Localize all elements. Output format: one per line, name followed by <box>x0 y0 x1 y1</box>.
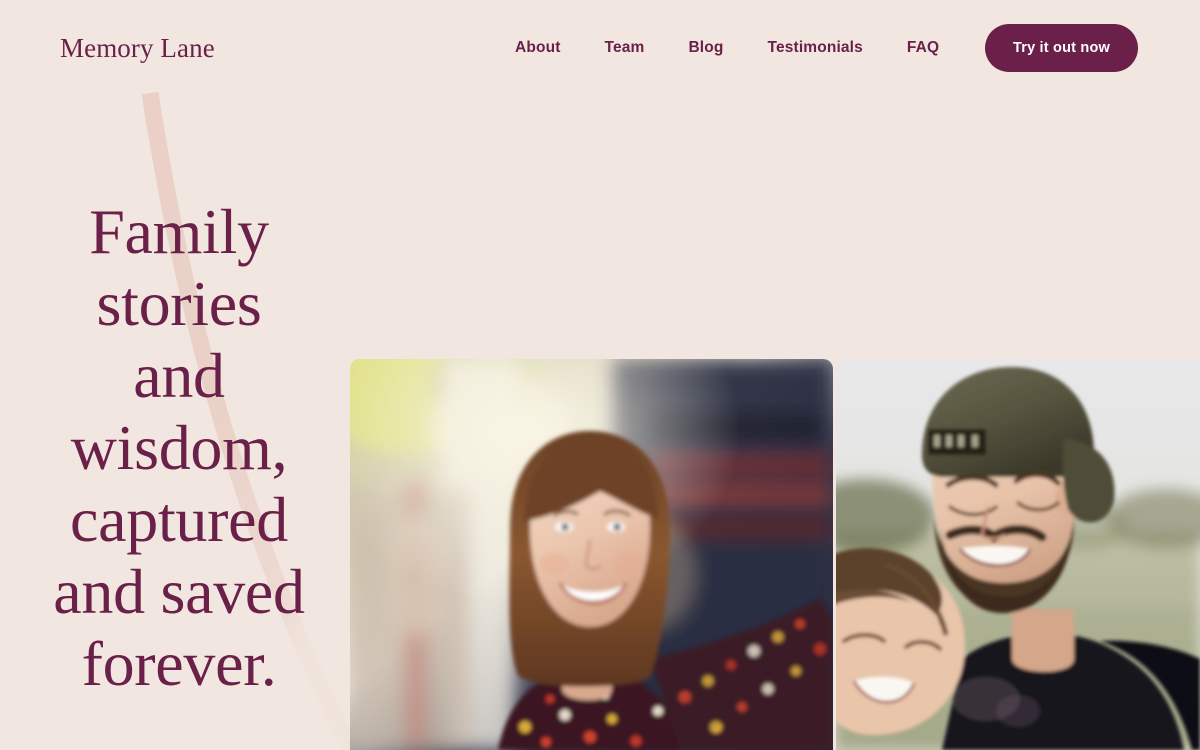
smiling-woman-photo-alt: Smiling woman with brown bob haircut and… <box>350 359 351 360</box>
nav-item-team[interactable]: Team <box>583 33 667 63</box>
brand-logo[interactable]: Memory Lane <box>60 33 215 64</box>
nav-item-about[interactable]: About <box>493 33 583 63</box>
hero-heading: Family stories and wisdom, captured and … <box>53 196 305 699</box>
hero-image-group: Smiling woman with brown bob haircut and… <box>350 359 1200 750</box>
nav-item-blog[interactable]: Blog <box>666 33 745 63</box>
smiling-woman-photo: Smiling woman with brown bob haircut and… <box>350 359 833 750</box>
nav-item-testimonials[interactable]: Testimonials <box>746 33 885 63</box>
father-and-child-photo: Bearded man in a backwards cap smiling w… <box>836 359 1200 750</box>
landing-page: Memory Lane About Team Blog Testimonials… <box>0 0 1200 750</box>
nav-item-faq[interactable]: FAQ <box>885 33 961 63</box>
try-it-out-now-button[interactable]: Try it out now <box>985 24 1138 72</box>
main-navigation: About Team Blog Testimonials FAQ <box>493 33 961 63</box>
site-header: Memory Lane About Team Blog Testimonials… <box>0 0 1200 96</box>
father-and-child-photo-alt: Bearded man in a backwards cap smiling w… <box>836 359 837 360</box>
